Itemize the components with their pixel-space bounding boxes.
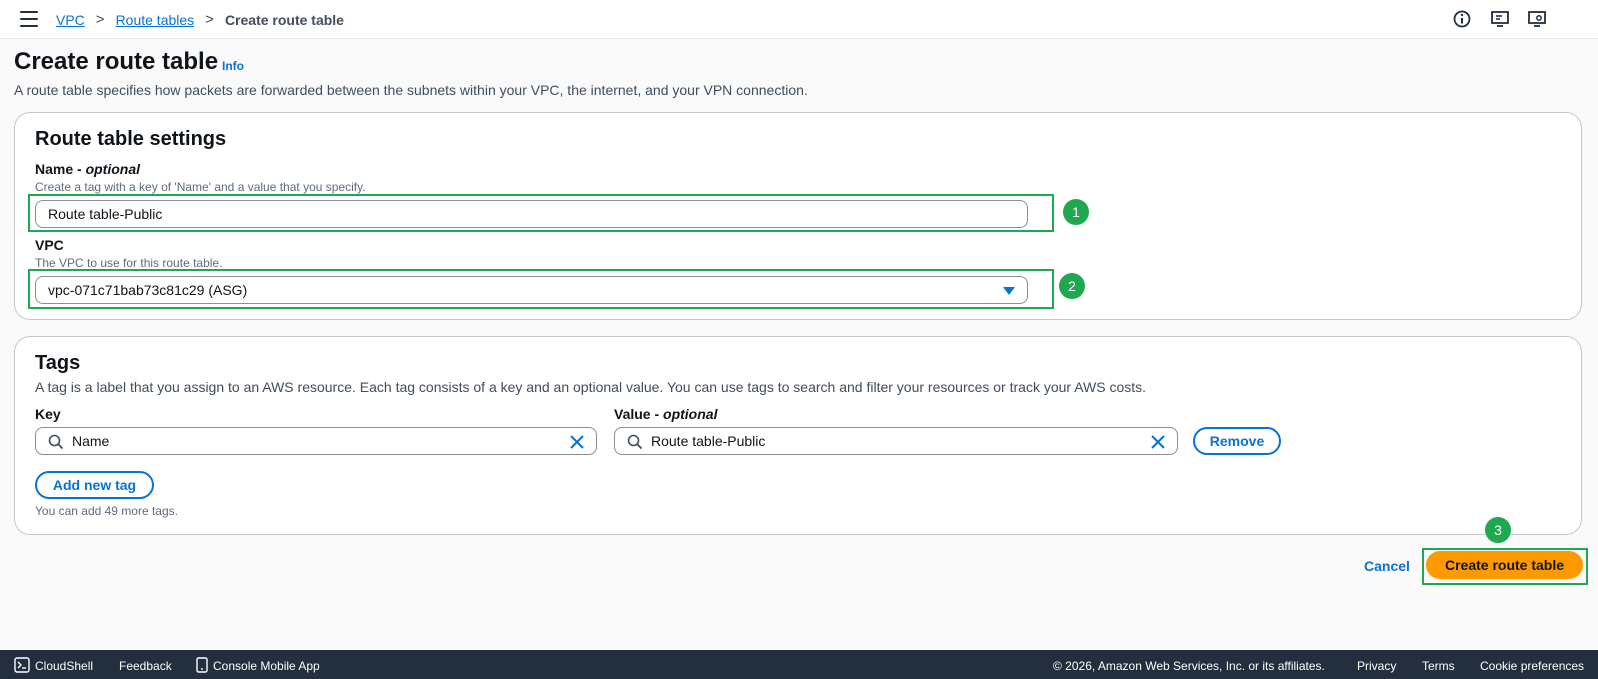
vpc-field-hint: The VPC to use for this route table. <box>35 256 223 270</box>
tag-key-label: Key <box>35 406 61 422</box>
screen-settings-icon[interactable] <box>1527 9 1547 29</box>
settings-panel-title: Route table settings <box>35 128 227 150</box>
cloudshell-icon[interactable] <box>14 657 30 676</box>
step-badge-3: 3 <box>1485 517 1511 543</box>
name-field-hint: Create a tag with a key of 'Name' and a … <box>35 180 366 194</box>
top-navigation-bar: VPC > Route tables > Create route table <box>0 0 1598 39</box>
name-field-label: Name - optional <box>35 161 140 177</box>
vpc-field-label: VPC <box>35 237 64 253</box>
screen-feedback-icon[interactable] <box>1490 9 1510 29</box>
tag-value-value: Route table-Public <box>651 433 766 449</box>
breadcrumb-current: Create route table <box>224 11 344 28</box>
tags-panel: Tags A tag is a label that you assign to… <box>14 336 1582 535</box>
clear-icon[interactable] <box>1149 433 1167 451</box>
tag-value-label-text: Value - <box>614 406 664 422</box>
info-circle-icon[interactable] <box>1452 9 1472 29</box>
breadcrumb: VPC > Route tables > Create route table <box>56 11 344 28</box>
tags-panel-title: Tags <box>35 352 81 374</box>
footer-cloudshell[interactable]: CloudShell <box>35 659 93 673</box>
tag-key-value: Name <box>72 433 110 449</box>
page-description: A route table specifies how packets are … <box>14 82 808 98</box>
footer: CloudShell Feedback Console Mobile App ©… <box>0 650 1598 679</box>
step-badge-2: 2 <box>1059 273 1085 299</box>
breadcrumb-separator: > <box>95 11 105 28</box>
footer-feedback[interactable]: Feedback <box>119 659 172 673</box>
footer-terms[interactable]: Terms <box>1422 659 1455 673</box>
breadcrumb-vpc[interactable]: VPC <box>56 12 85 28</box>
tag-value-label: Value - optional <box>614 406 717 422</box>
tags-description: A tag is a label that you assign to an A… <box>35 379 1147 395</box>
tag-key-input[interactable]: Name <box>35 427 597 455</box>
add-new-tag-button[interactable]: Add new tag <box>35 471 154 499</box>
footer-mobile-app[interactable]: Console Mobile App <box>213 659 320 673</box>
mobile-app-icon[interactable] <box>196 657 208 676</box>
info-link[interactable]: Info <box>222 59 244 73</box>
remove-tag-button[interactable]: Remove <box>1193 427 1281 455</box>
search-icon <box>48 434 64 450</box>
cancel-button[interactable]: Cancel <box>1364 558 1410 574</box>
tag-value-input[interactable]: Route table-Public <box>614 427 1178 455</box>
breadcrumb-separator: > <box>205 11 214 28</box>
footer-privacy[interactable]: Privacy <box>1357 659 1396 673</box>
tags-remaining-hint: You can add 49 more tags. <box>35 504 178 518</box>
create-route-table-button[interactable]: Create route table <box>1426 551 1583 579</box>
tag-value-optional-text: optional <box>663 406 718 422</box>
highlight-name-input <box>28 194 1054 232</box>
page-title: Create route table <box>14 48 219 75</box>
clear-icon[interactable] <box>568 433 586 451</box>
menu-icon[interactable] <box>20 11 38 27</box>
name-optional-text: optional <box>85 161 141 177</box>
highlight-vpc-select <box>28 269 1054 309</box>
breadcrumb-route-tables[interactable]: Route tables <box>116 12 195 28</box>
name-label-text: Name - <box>35 161 86 177</box>
footer-cookie-preferences[interactable]: Cookie preferences <box>1480 659 1584 673</box>
search-icon <box>627 434 643 450</box>
step-badge-1: 1 <box>1063 199 1089 225</box>
footer-copyright: © 2026, Amazon Web Services, Inc. or its… <box>1053 659 1325 673</box>
